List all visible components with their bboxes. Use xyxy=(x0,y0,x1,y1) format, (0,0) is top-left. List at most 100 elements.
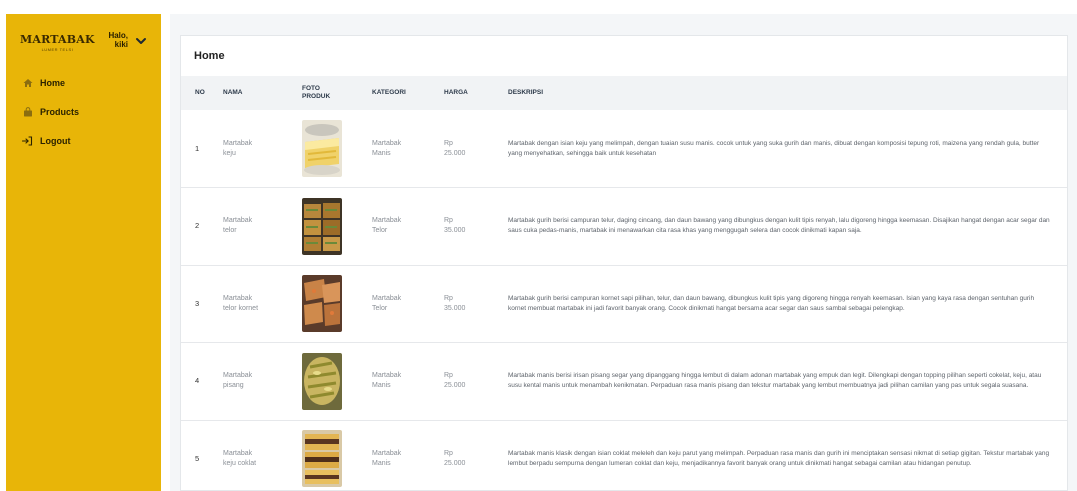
harga-line2: 25.000 xyxy=(444,382,466,390)
table-row: 2 Martabak telor Martabak Telor Rp 35.00… xyxy=(181,187,1067,266)
harga-line1: Rp xyxy=(444,294,453,302)
cell-nama: Martabak keju xyxy=(223,110,302,188)
product-photo xyxy=(302,430,342,488)
kategori-line2: Manis xyxy=(372,382,391,390)
cell-harga: Rp 25.000 xyxy=(444,110,508,188)
cell-kategori: Martabak Manis xyxy=(372,342,444,421)
product-photo xyxy=(302,275,342,333)
kategori-line1: Martabak xyxy=(372,217,402,225)
cell-no: 2 xyxy=(181,187,223,266)
sidebar-item-label: Products xyxy=(40,107,80,117)
cell-nama: Martabak pisang xyxy=(223,342,302,421)
cell-foto xyxy=(302,420,372,490)
cell-no: 5 xyxy=(181,420,223,490)
nama-line1: Martabak xyxy=(223,217,253,225)
nama-line1: Martabak xyxy=(223,294,253,302)
cell-no: 4 xyxy=(181,342,223,421)
cell-harga: Rp 35.000 xyxy=(444,265,508,343)
col-header-foto-line1: FOTO xyxy=(302,85,320,92)
col-header-foto-line2: PRODUK xyxy=(302,93,331,100)
table-row: 1 Martabak keju Martabak Manis Rp 25.000 Ma… xyxy=(181,110,1067,188)
nama-line2: keju xyxy=(223,149,236,157)
table-row: 4 Martabak pisang Martabak Manis Rp 25.000 … xyxy=(181,342,1067,421)
harga-line1: Rp xyxy=(444,139,453,147)
products-table: NO NAMA FOTO PRODUK KATEGORI HARGA DESKR… xyxy=(181,76,1067,490)
nama-line2: pisang xyxy=(223,382,244,390)
cell-foto xyxy=(302,187,372,266)
cell-deskripsi: Martabak gurih berisi campuran telur, da… xyxy=(508,187,1067,266)
cell-kategori: Martabak Manis xyxy=(372,420,444,490)
cell-kategori: Martabak Telor xyxy=(372,187,444,266)
nama-line2: telor xyxy=(223,227,237,235)
sidebar-nav: Home Products Logout xyxy=(22,76,162,163)
kategori-line2: Telor xyxy=(372,304,388,312)
user-name: kiki xyxy=(114,40,128,49)
cell-no: 1 xyxy=(181,110,223,188)
product-photo xyxy=(302,352,342,410)
col-header-no: NO xyxy=(195,89,205,96)
user-greeting: Halo, kiki xyxy=(102,31,128,49)
cell-nama: Martabak telor kornet xyxy=(223,265,302,343)
cell-kategori: Martabak Manis xyxy=(372,110,444,188)
chevron-down-icon[interactable] xyxy=(135,35,147,47)
sidebar: MARTABAK LUMER TELSI Halo, kiki Home Pro… xyxy=(6,14,161,491)
cell-kategori: Martabak Telor xyxy=(372,265,444,343)
cell-harga: Rp 25.000 xyxy=(444,342,508,421)
brand-logo[interactable]: MARTABAK LUMER TELSI xyxy=(20,33,95,53)
kategori-line1: Martabak xyxy=(372,372,402,380)
product-photo xyxy=(302,197,342,255)
content-card: Home NO NAMA FOTO PRODUK KATEGORI HARGA … xyxy=(180,35,1068,491)
cell-nama: Martabak keju coklat xyxy=(223,420,302,490)
harga-line2: 35.000 xyxy=(444,304,466,312)
col-header-kategori: KATEGORI xyxy=(372,89,406,96)
harga-line1: Rp xyxy=(444,372,453,380)
col-header-foto: FOTO PRODUK xyxy=(302,76,372,110)
brand-tagline: LUMER TELSI xyxy=(41,47,74,52)
cell-deskripsi: Martabak manis klasik dengan isian cokla… xyxy=(508,420,1067,490)
cell-foto xyxy=(302,110,372,188)
home-icon xyxy=(22,78,33,89)
cell-foto xyxy=(302,342,372,421)
table-header-row: NO NAMA FOTO PRODUK KATEGORI HARGA DESKR… xyxy=(181,76,1067,110)
harga-line1: Rp xyxy=(444,217,453,225)
nama-line2: keju coklat xyxy=(223,459,257,467)
harga-line2: 25.000 xyxy=(444,459,466,467)
harga-line2: 25.000 xyxy=(444,149,466,157)
product-photo xyxy=(302,120,342,177)
sidebar-item-label: Home xyxy=(40,78,66,88)
kategori-line2: Telor xyxy=(372,227,388,235)
cell-foto xyxy=(302,265,372,343)
cell-harga: Rp 25.000 xyxy=(444,420,508,490)
logout-icon xyxy=(22,136,33,147)
nama-line1: Martabak xyxy=(223,372,253,380)
brand-name: MARTABAK xyxy=(20,33,95,46)
harga-line2: 35.000 xyxy=(444,227,466,235)
sidebar-item-label: Logout xyxy=(40,136,71,146)
table-row: 5 Martabak keju coklat Martabak Manis Rp 25… xyxy=(181,420,1067,490)
greeting-text: Halo, xyxy=(108,31,128,40)
kategori-line2: Manis xyxy=(372,149,391,157)
col-header-nama: NAMA xyxy=(223,89,243,96)
page-title: Home xyxy=(194,50,225,62)
cell-deskripsi: Martabak manis berisi irisan pisang sega… xyxy=(508,342,1067,421)
sidebar-item-home[interactable]: Home xyxy=(22,76,162,90)
cell-deskripsi: Martabak dengan isian keju yang melimpah… xyxy=(508,110,1067,188)
harga-line1: Rp xyxy=(444,449,453,457)
kategori-line1: Martabak xyxy=(372,294,402,302)
col-header-deskripsi: DESKRIPSI xyxy=(508,89,544,96)
kategori-line2: Manis xyxy=(372,459,391,467)
sidebar-item-logout[interactable]: Logout xyxy=(22,134,162,148)
sidebar-item-products[interactable]: Products xyxy=(22,105,162,119)
cell-deskripsi: Martabak gurih berisi campuran kornet sa… xyxy=(508,265,1067,343)
table-row: 3 Martabak telor kornet Martabak Telor Rp 3… xyxy=(181,265,1067,343)
cell-nama: Martabak telor xyxy=(223,187,302,266)
kategori-line1: Martabak xyxy=(372,449,402,457)
nama-line2: telor kornet xyxy=(223,304,259,312)
cell-no: 3 xyxy=(181,265,223,343)
nama-line1: Martabak xyxy=(223,139,253,147)
nama-line1: Martabak xyxy=(223,449,253,457)
bag-icon xyxy=(22,107,33,118)
cell-harga: Rp 35.000 xyxy=(444,187,508,266)
kategori-line1: Martabak xyxy=(372,139,402,147)
col-header-harga: HARGA xyxy=(444,89,468,96)
